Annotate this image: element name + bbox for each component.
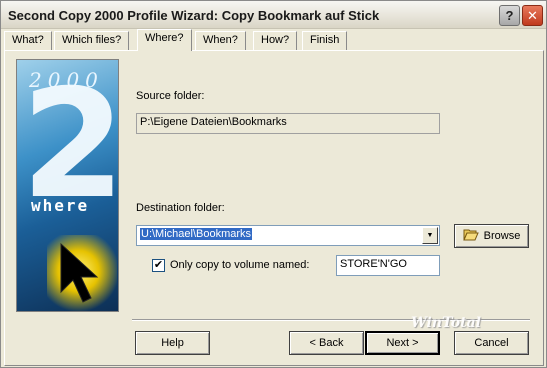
destination-folder-label: Destination folder: <box>136 202 225 214</box>
wizard-window: Second Copy 2000 Profile Wizard: Copy Bo… <box>0 0 547 368</box>
source-folder-label: Source folder: <box>136 90 205 102</box>
destination-folder-combo[interactable]: U:\Michael\Bookmarks ▼ <box>136 225 440 246</box>
tab-finish[interactable]: Finish <box>302 31 348 50</box>
window-title: Second Copy 2000 Profile Wizard: Copy Bo… <box>8 8 380 23</box>
folder-open-icon <box>462 228 479 244</box>
source-folder-field: P:\Eigene Dateien\Bookmarks <box>136 113 440 134</box>
help-title-button[interactable]: ? <box>499 5 520 26</box>
checkmark-icon: ✔ <box>153 259 164 271</box>
volume-name-input[interactable]: STORE'N'GO <box>336 255 440 276</box>
wizard-illustration: 2000 2 where <box>16 59 119 312</box>
back-button[interactable]: < Back <box>289 331 364 355</box>
browse-button-label: Browse <box>483 230 521 242</box>
tab-which-files[interactable]: Which files? <box>54 31 130 50</box>
next-button[interactable]: Next > <box>365 331 440 355</box>
browse-button[interactable]: Browse <box>454 224 529 248</box>
chevron-down-icon[interactable]: ▼ <box>422 227 438 244</box>
help-button[interactable]: Help <box>135 331 210 355</box>
wizard-tabs: What? Which files? Where? When? How? Fin… <box>2 29 545 51</box>
tab-how[interactable]: How? <box>253 31 298 50</box>
illustration-word: where <box>31 196 90 215</box>
watermark-logo: WinTotal <box>411 315 481 331</box>
cursor-arrow-icon <box>60 242 99 303</box>
tab-what[interactable]: What? <box>4 31 52 50</box>
close-button[interactable]: ✕ <box>522 5 543 26</box>
cancel-button[interactable]: Cancel <box>454 331 529 355</box>
tab-where[interactable]: Where? <box>137 29 192 51</box>
volume-checkbox[interactable]: ✔ <box>152 259 165 272</box>
tab-when[interactable]: When? <box>195 31 246 50</box>
destination-folder-value: U:\Michael\Bookmarks <box>140 228 253 240</box>
volume-checkbox-label: Only copy to volume named: <box>170 259 310 271</box>
title-bar[interactable]: Second Copy 2000 Profile Wizard: Copy Bo… <box>1 1 546 29</box>
